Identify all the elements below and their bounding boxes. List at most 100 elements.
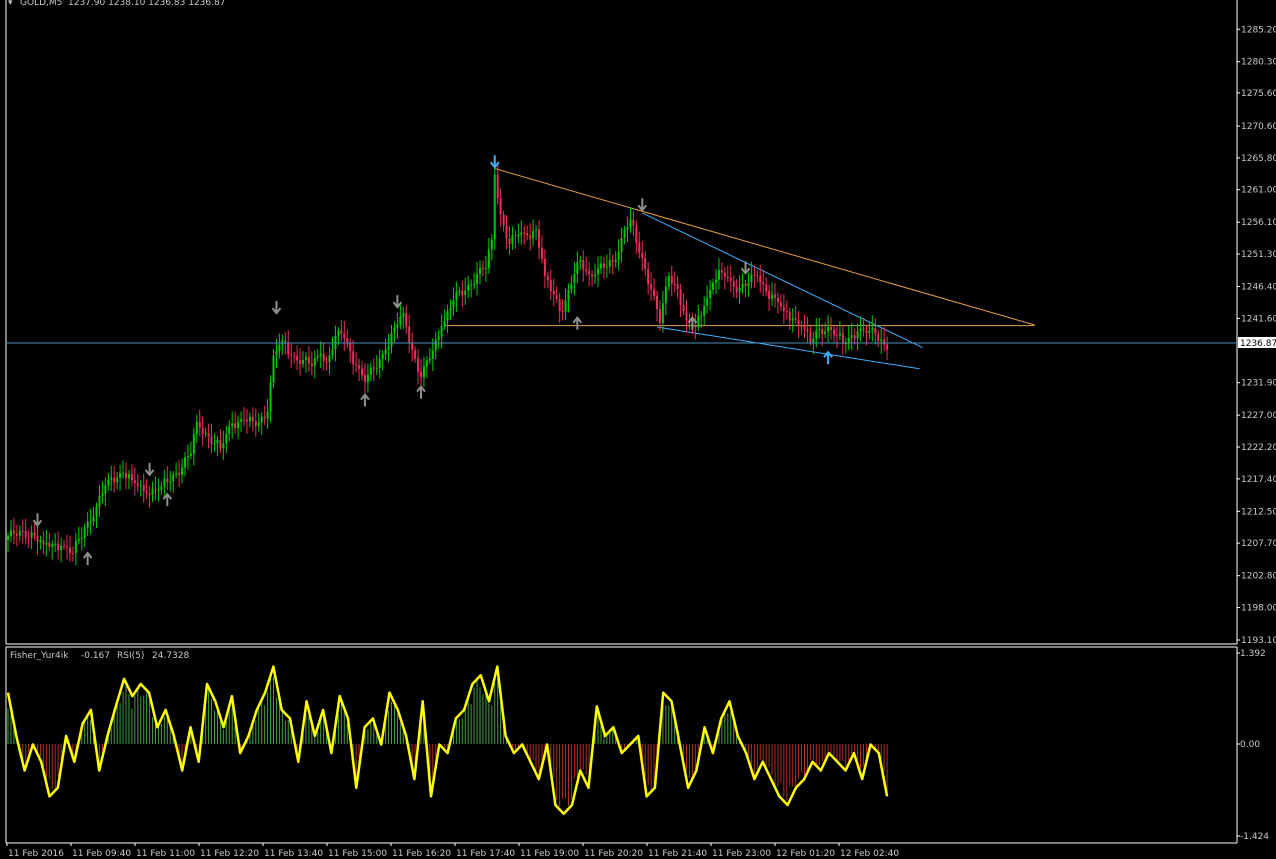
- candle-body: [387, 346, 390, 350]
- candle-body: [254, 420, 257, 426]
- candle-body: [225, 433, 228, 444]
- candle-body: [549, 280, 552, 292]
- candle-body: [729, 277, 732, 282]
- price-tick-label: 1256.10: [1241, 218, 1276, 228]
- candle-body: [101, 493, 104, 496]
- candle-body: [381, 354, 384, 360]
- price-tick-label: 1261.00: [1241, 186, 1276, 196]
- candle-body: [762, 282, 765, 285]
- candle-body: [794, 318, 797, 321]
- time-tick-label: 11 Feb 15:00: [328, 849, 387, 859]
- candle-body: [496, 174, 499, 199]
- candle-body: [614, 259, 617, 262]
- candle-body: [408, 326, 411, 344]
- candle-body: [476, 273, 479, 284]
- candle-body: [493, 174, 496, 240]
- candle-body: [139, 485, 142, 487]
- candle-body: [130, 474, 133, 481]
- price-tick-label: 1227.00: [1241, 411, 1276, 421]
- candle-body: [626, 226, 629, 230]
- indicator-zero-label: 0.00: [1240, 740, 1260, 750]
- candle-body: [343, 333, 346, 339]
- candle-body: [92, 516, 95, 522]
- candle-body: [508, 238, 511, 245]
- candle-body: [74, 540, 77, 554]
- candle-body: [835, 335, 838, 337]
- candle-body: [169, 481, 172, 483]
- candle-body: [538, 229, 540, 248]
- candle-body: [597, 268, 599, 275]
- candle-body: [779, 302, 782, 307]
- candle-body: [399, 316, 402, 325]
- candle-body: [859, 328, 862, 331]
- time-tick-label: 11 Feb 13:40: [264, 849, 323, 859]
- candle-body: [756, 275, 759, 277]
- candle-body: [741, 284, 744, 288]
- candle-body: [776, 297, 779, 303]
- candle-body: [558, 299, 561, 311]
- candle-body: [455, 292, 458, 300]
- candle-body: [119, 473, 122, 478]
- candle-body: [71, 552, 74, 554]
- candle-body: [673, 283, 676, 285]
- candle-body: [36, 535, 39, 543]
- candle-body: [278, 345, 281, 352]
- candle-body: [251, 416, 254, 421]
- candle-body: [771, 294, 774, 299]
- candle-body: [287, 342, 290, 355]
- candle-body: [712, 282, 715, 291]
- candle-body: [732, 281, 735, 288]
- main-chart-header: ▾ GOLD,M5 1237.90 1238.10 1236.83 1236.8…: [8, 0, 225, 8]
- candle-body: [535, 229, 538, 231]
- time-tick-label: 11 Feb 23:00: [712, 849, 771, 859]
- candle-body: [791, 318, 794, 321]
- price-tick-label: 1241.60: [1241, 314, 1276, 324]
- candle-body: [768, 291, 771, 299]
- candle-body: [726, 277, 729, 279]
- candle-body: [127, 474, 130, 479]
- candle-body: [39, 540, 42, 543]
- candle-body: [833, 330, 835, 336]
- candle-body: [358, 365, 361, 369]
- candle-body: [417, 358, 420, 372]
- candle-body: [629, 219, 632, 227]
- price-tick-label: 1202.80: [1241, 572, 1276, 582]
- candle-body: [375, 367, 378, 369]
- candle-body: [532, 230, 535, 239]
- indicator-header: Fisher_Yur4ik -0.167 RSI(5) 24.7328: [10, 651, 189, 661]
- candle-body: [48, 542, 51, 547]
- indicator-min-label: -1.424: [1240, 832, 1269, 842]
- candle-body: [420, 371, 422, 378]
- candle-body: [266, 411, 269, 419]
- candle-body: [275, 351, 278, 356]
- candle-body: [502, 214, 505, 226]
- candle-body: [461, 290, 464, 296]
- candle-body: [384, 349, 387, 355]
- candle-body: [682, 305, 685, 312]
- candle-body: [803, 326, 806, 330]
- candle-body: [490, 239, 493, 250]
- trading-chart-window: ▾ GOLD,M5 1237.90 1238.10 1236.83 1236.8…: [0, 0, 1276, 859]
- symbol-label: GOLD,M5: [20, 0, 62, 8]
- candle-body: [77, 538, 80, 541]
- candle-body: [886, 344, 889, 350]
- candle-body: [564, 300, 567, 312]
- candle-body: [555, 294, 558, 300]
- candle-body: [520, 232, 523, 235]
- candle-body: [570, 283, 573, 290]
- candle-body: [243, 419, 245, 421]
- candle-body: [782, 306, 785, 312]
- candle-body: [18, 530, 21, 536]
- candle-body: [865, 330, 868, 333]
- candle-body: [390, 333, 393, 347]
- candle-body: [98, 495, 101, 507]
- candle-body: [830, 327, 833, 331]
- candle-body: [269, 382, 272, 412]
- candle-body: [66, 546, 68, 548]
- price-tick-label: 1275.60: [1241, 89, 1276, 99]
- candle-body: [470, 284, 473, 286]
- price-tick-label: 1280.30: [1241, 58, 1276, 68]
- candle-body: [51, 543, 54, 547]
- candle-body: [110, 477, 113, 480]
- price-tick-label: 1285.20: [1241, 25, 1276, 35]
